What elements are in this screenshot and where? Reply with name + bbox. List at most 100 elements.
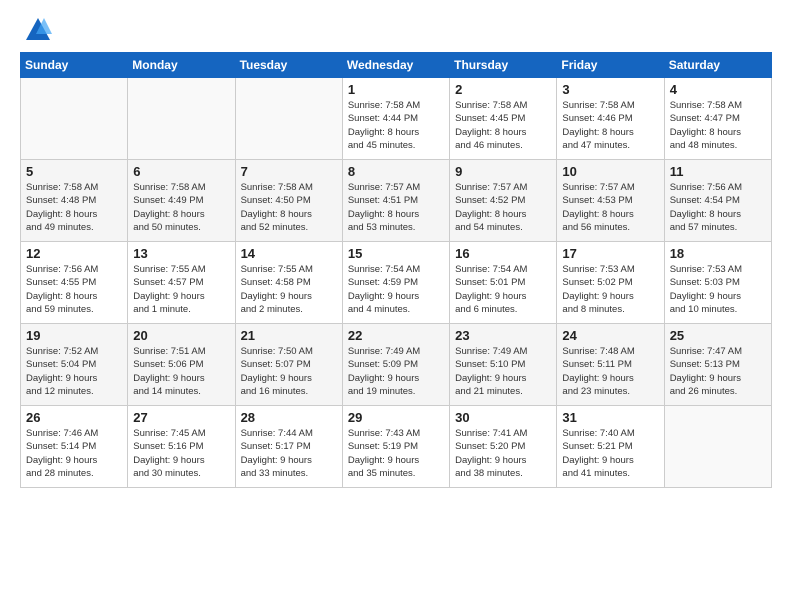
calendar-cell [235,78,342,160]
calendar-cell [21,78,128,160]
calendar-cell: 5 Sunrise: 7:58 AM Sunset: 4:48 PM Daylig… [21,160,128,242]
calendar-cell: 1Sunrise: 7:58 AM Sunset: 4:44 PM Daylig… [342,78,449,160]
calendar-cell [128,78,235,160]
calendar-cell: 26 Sunrise: 7:46 AM Sunset: 5:14 PM Dayli… [21,406,128,488]
calendar-cell: 25Sunrise: 7:47 AM Sunset: 5:13 PM Dayli… [664,324,771,406]
calendar-cell: 4 Sunrise: 7:58 AM Sunset: 4:47 PM Daylig… [664,78,771,160]
day-info: Sunrise: 7:40 AM Sunset: 5:21 PM Dayligh… [562,427,658,480]
calendar-week-row: 1Sunrise: 7:58 AM Sunset: 4:44 PM Daylig… [21,78,772,160]
day-number: 2 [455,82,551,97]
day-info: Sunrise: 7:41 AM Sunset: 5:20 PM Dayligh… [455,427,551,480]
calendar-cell: 8 Sunrise: 7:57 AM Sunset: 4:51 PM Daylig… [342,160,449,242]
weekday-header: Friday [557,53,664,78]
day-number: 29 [348,410,444,425]
day-number: 8 [348,164,444,179]
calendar-cell: 2 Sunrise: 7:58 AM Sunset: 4:45 PM Daylig… [450,78,557,160]
header [20,16,772,44]
day-info: Sunrise: 7:57 AM Sunset: 4:51 PM Dayligh… [348,181,444,234]
day-number: 17 [562,246,658,261]
calendar-cell: 13 Sunrise: 7:55 AM Sunset: 4:57 PM Dayli… [128,242,235,324]
calendar-cell: 15 Sunrise: 7:54 AM Sunset: 4:59 PM Dayli… [342,242,449,324]
calendar-cell: 30 Sunrise: 7:41 AM Sunset: 5:20 PM Dayli… [450,406,557,488]
calendar-cell: 19 Sunrise: 7:52 AM Sunset: 5:04 PM Dayli… [21,324,128,406]
day-number: 11 [670,164,766,179]
day-info: Sunrise: 7:57 AM Sunset: 4:52 PM Dayligh… [455,181,551,234]
calendar-cell: 18 Sunrise: 7:53 AM Sunset: 5:03 PM Dayli… [664,242,771,324]
day-info: Sunrise: 7:58 AM Sunset: 4:45 PM Dayligh… [455,99,551,152]
calendar-cell: 23Sunrise: 7:49 AM Sunset: 5:10 PM Dayli… [450,324,557,406]
day-info: Sunrise: 7:57 AM Sunset: 4:53 PM Dayligh… [562,181,658,234]
day-info: Sunrise: 7:58 AM Sunset: 4:49 PM Dayligh… [133,181,229,234]
day-number: 5 [26,164,122,179]
day-number: 20 [133,328,229,343]
calendar-cell: 7 Sunrise: 7:58 AM Sunset: 4:50 PM Daylig… [235,160,342,242]
weekday-row: SundayMondayTuesdayWednesdayThursdayFrid… [21,53,772,78]
day-info: Sunrise: 7:48 AM Sunset: 5:11 PM Dayligh… [562,345,658,398]
calendar-week-row: 26 Sunrise: 7:46 AM Sunset: 5:14 PM Dayli… [21,406,772,488]
day-number: 21 [241,328,337,343]
calendar-cell: 28 Sunrise: 7:44 AM Sunset: 5:17 PM Dayli… [235,406,342,488]
day-info: Sunrise: 7:45 AM Sunset: 5:16 PM Dayligh… [133,427,229,480]
day-info: Sunrise: 7:54 AM Sunset: 4:59 PM Dayligh… [348,263,444,316]
day-number: 31 [562,410,658,425]
day-info: Sunrise: 7:53 AM Sunset: 5:03 PM Dayligh… [670,263,766,316]
weekday-header: Saturday [664,53,771,78]
calendar-table: SundayMondayTuesdayWednesdayThursdayFrid… [20,52,772,488]
calendar-cell: 9Sunrise: 7:57 AM Sunset: 4:52 PM Daylig… [450,160,557,242]
day-number: 4 [670,82,766,97]
calendar-cell: 27Sunrise: 7:45 AM Sunset: 5:16 PM Dayli… [128,406,235,488]
weekday-header: Tuesday [235,53,342,78]
day-number: 14 [241,246,337,261]
day-number: 26 [26,410,122,425]
day-info: Sunrise: 7:49 AM Sunset: 5:09 PM Dayligh… [348,345,444,398]
day-number: 12 [26,246,122,261]
day-info: Sunrise: 7:52 AM Sunset: 5:04 PM Dayligh… [26,345,122,398]
calendar-container: SundayMondayTuesdayWednesdayThursdayFrid… [0,0,792,498]
calendar-cell: 14Sunrise: 7:55 AM Sunset: 4:58 PM Dayli… [235,242,342,324]
day-number: 18 [670,246,766,261]
calendar-week-row: 5 Sunrise: 7:58 AM Sunset: 4:48 PM Daylig… [21,160,772,242]
weekday-header: Wednesday [342,53,449,78]
day-number: 3 [562,82,658,97]
calendar-cell: 10 Sunrise: 7:57 AM Sunset: 4:53 PM Dayli… [557,160,664,242]
calendar-cell: 21 Sunrise: 7:50 AM Sunset: 5:07 PM Dayli… [235,324,342,406]
day-number: 6 [133,164,229,179]
day-number: 30 [455,410,551,425]
day-number: 15 [348,246,444,261]
day-number: 10 [562,164,658,179]
calendar-cell: 29Sunrise: 7:43 AM Sunset: 5:19 PM Dayli… [342,406,449,488]
calendar-cell: 20 Sunrise: 7:51 AM Sunset: 5:06 PM Dayli… [128,324,235,406]
logo [20,16,52,44]
day-number: 13 [133,246,229,261]
weekday-header: Thursday [450,53,557,78]
day-info: Sunrise: 7:50 AM Sunset: 5:07 PM Dayligh… [241,345,337,398]
day-number: 22 [348,328,444,343]
day-info: Sunrise: 7:44 AM Sunset: 5:17 PM Dayligh… [241,427,337,480]
day-info: Sunrise: 7:58 AM Sunset: 4:48 PM Dayligh… [26,181,122,234]
weekday-header: Sunday [21,53,128,78]
calendar-cell: 24 Sunrise: 7:48 AM Sunset: 5:11 PM Dayli… [557,324,664,406]
day-number: 7 [241,164,337,179]
calendar-cell [664,406,771,488]
day-info: Sunrise: 7:58 AM Sunset: 4:46 PM Dayligh… [562,99,658,152]
calendar-cell: 3 Sunrise: 7:58 AM Sunset: 4:46 PM Daylig… [557,78,664,160]
calendar-week-row: 12 Sunrise: 7:56 AM Sunset: 4:55 PM Dayli… [21,242,772,324]
day-number: 19 [26,328,122,343]
day-number: 28 [241,410,337,425]
day-info: Sunrise: 7:55 AM Sunset: 4:57 PM Dayligh… [133,263,229,316]
day-info: Sunrise: 7:47 AM Sunset: 5:13 PM Dayligh… [670,345,766,398]
day-info: Sunrise: 7:58 AM Sunset: 4:47 PM Dayligh… [670,99,766,152]
day-info: Sunrise: 7:54 AM Sunset: 5:01 PM Dayligh… [455,263,551,316]
day-info: Sunrise: 7:58 AM Sunset: 4:50 PM Dayligh… [241,181,337,234]
logo-icon [24,16,52,44]
day-info: Sunrise: 7:46 AM Sunset: 5:14 PM Dayligh… [26,427,122,480]
day-info: Sunrise: 7:51 AM Sunset: 5:06 PM Dayligh… [133,345,229,398]
calendar-cell: 11Sunrise: 7:56 AM Sunset: 4:54 PM Dayli… [664,160,771,242]
day-info: Sunrise: 7:53 AM Sunset: 5:02 PM Dayligh… [562,263,658,316]
day-info: Sunrise: 7:56 AM Sunset: 4:55 PM Dayligh… [26,263,122,316]
day-number: 24 [562,328,658,343]
calendar-cell: 12 Sunrise: 7:56 AM Sunset: 4:55 PM Dayli… [21,242,128,324]
calendar-cell: 31 Sunrise: 7:40 AM Sunset: 5:21 PM Dayli… [557,406,664,488]
day-number: 16 [455,246,551,261]
calendar-body: 1Sunrise: 7:58 AM Sunset: 4:44 PM Daylig… [21,78,772,488]
